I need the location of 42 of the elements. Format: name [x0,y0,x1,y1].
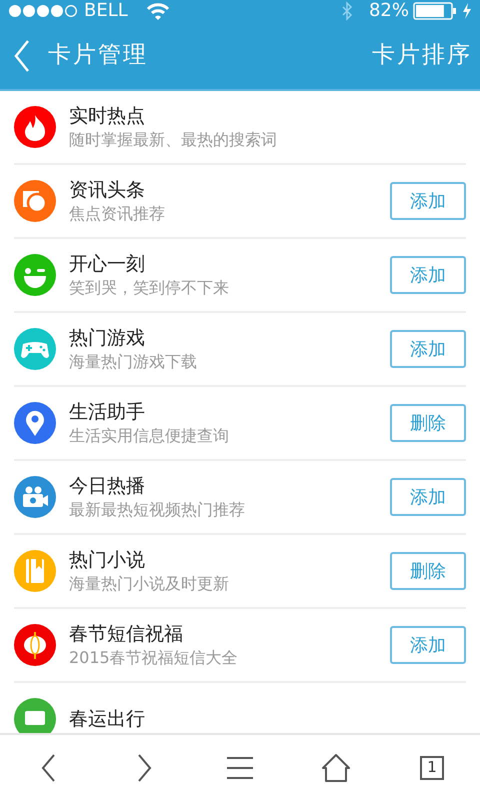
card-title: 生活助手 [69,400,146,425]
card-title: 春运出行 [69,707,146,732]
pin-icon [14,402,56,444]
card-title: 实时热点 [69,104,146,129]
book-icon [14,550,56,592]
card-description: 焦点资讯推荐 [69,203,166,225]
card-description: 笑到哭，笑到停不下来 [69,277,230,299]
card-title: 今日热播 [69,474,146,499]
wifi-icon [146,2,170,20]
charging-icon [462,3,472,19]
card-description: 海量热门小说及时更新 [69,573,230,595]
tabs-button[interactable]: 1 [420,756,444,780]
news-icon [14,180,56,222]
card-title: 春节短信祝福 [69,622,184,647]
card-title: 开心一刻 [69,252,146,277]
action-button[interactable]: 添加 [390,478,466,516]
action-button[interactable]: 删除 [390,404,466,442]
flame-icon [14,106,56,148]
card-title: 资讯头条 [69,178,146,203]
lantern-icon [14,624,56,666]
action-button[interactable]: 添加 [390,256,466,294]
action-button[interactable]: 添加 [390,626,466,664]
card-description: 随时掌握最新、最热的搜索词 [69,129,278,151]
battery-icon [413,2,459,20]
card-description: 最新最热短视频热门推荐 [69,499,246,521]
signal-icon [8,4,80,18]
card-title: 热门游戏 [69,326,146,351]
card-description: 2015春节祝福短信大全 [69,647,239,669]
card-description: 海量热门游戏下载 [69,351,198,373]
action-button[interactable]: 添加 [390,182,466,220]
video-icon [14,476,56,518]
carrier-name: BELL [84,0,128,22]
action-button[interactable]: 删除 [390,552,466,590]
game-icon [14,328,56,370]
sort-cards-link[interactable]: 卡片排序 [372,38,472,73]
card-description: 生活实用信息便捷查询 [69,425,230,447]
smile-icon [14,254,56,296]
page-title: 卡片管理 [48,41,148,70]
bluetooth-icon [340,1,353,21]
battery-percent: 82% [368,0,409,22]
card-title: 热门小说 [69,548,146,573]
action-button[interactable]: 添加 [390,330,466,368]
